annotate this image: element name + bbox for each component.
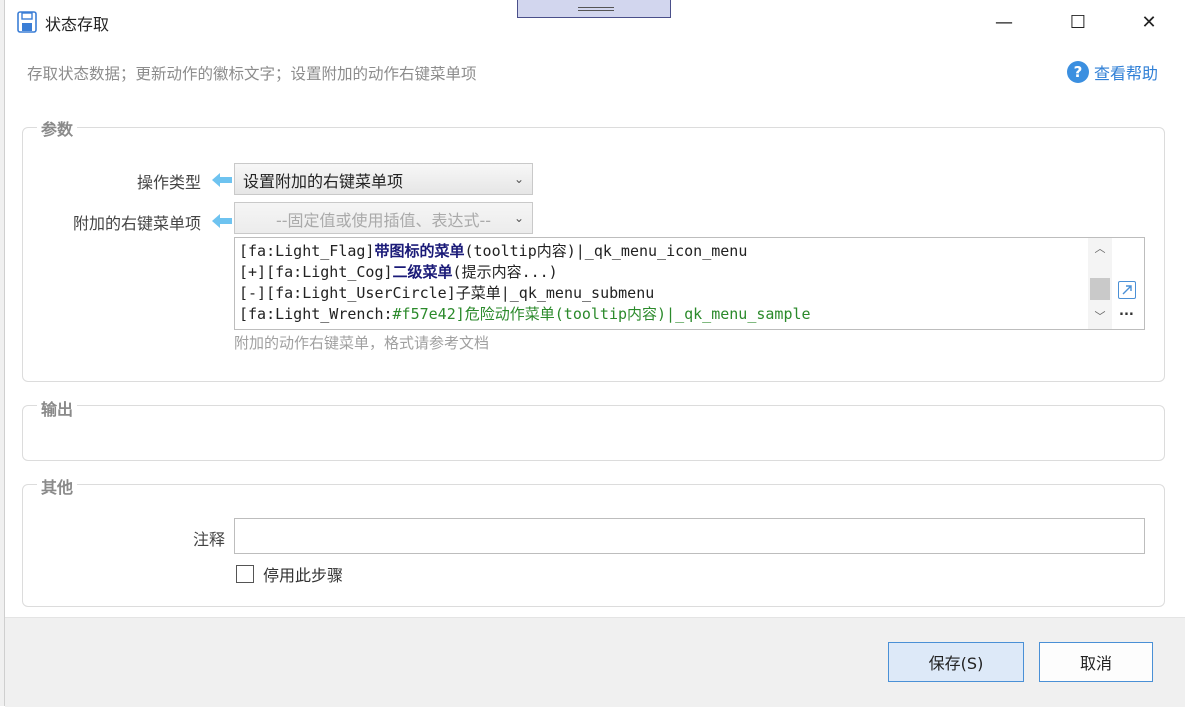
more-options-button[interactable]: ...	[1119, 304, 1134, 319]
title-bar[interactable]: 状态存取 — ☐ ✕	[5, 0, 1185, 46]
disable-step-label[interactable]: 停用此步骤	[263, 562, 343, 586]
editor-content[interactable]: [fa:Light_Flag]带图标的菜单(tooltip内容)|_qk_men…	[239, 241, 811, 325]
menu-items-mode-select[interactable]: --固定值或使用插值、表达式-- ⌄	[234, 202, 533, 234]
drag-handle[interactable]	[517, 0, 671, 18]
scrollbar-thumb[interactable]	[1090, 278, 1110, 300]
cancel-button[interactable]: 取消	[1039, 642, 1153, 682]
output-group	[22, 405, 1165, 461]
dialog-description: 存取状态数据；更新动作的徽标文字；设置附加的动作右键菜单项	[27, 65, 477, 83]
editor-scrollbar[interactable]: ︿ ﹀	[1088, 238, 1112, 329]
scroll-down-icon[interactable]: ﹀	[1088, 308, 1112, 326]
save-button[interactable]: 保存(S)	[888, 642, 1024, 682]
arrow-left-icon	[212, 173, 232, 187]
op-type-value: 设置附加的右键菜单项	[243, 172, 404, 191]
window-title: 状态存取	[45, 15, 110, 34]
disable-step-checkbox[interactable]	[236, 565, 254, 583]
chevron-down-icon: ⌄	[513, 172, 524, 186]
editor-line: [fa:Light_Flag]带图标的菜单(tooltip内容)|_qk_men…	[239, 242, 748, 260]
help-link[interactable]: ? 查看帮助	[1067, 60, 1158, 84]
dialog-footer: 保存(S) 取消	[5, 617, 1185, 707]
op-type-select[interactable]: 设置附加的右键菜单项 ⌄	[234, 163, 533, 195]
editor-line: [+][fa:Light_Cog]二级菜单(提示内容...)	[239, 263, 558, 281]
dialog-window: 状态存取 — ☐ ✕ 存取状态数据；更新动作的徽标文字；设置附加的动作右键菜单项…	[4, 0, 1185, 707]
maximize-button[interactable]: ☐	[1055, 0, 1101, 44]
note-input[interactable]	[234, 518, 1145, 554]
menu-items-editor[interactable]: [fa:Light_Flag]带图标的菜单(tooltip内容)|_qk_men…	[234, 237, 1145, 330]
editor-line: [fa:Light_Wrench:#f57e42]危险动作菜单(tooltip内…	[239, 305, 811, 323]
help-icon: ?	[1067, 61, 1089, 83]
menu-items-hint: 附加的动作右键菜单，格式请参考文档	[234, 334, 490, 352]
editor-side-tools: ...	[1112, 238, 1144, 329]
scroll-up-icon[interactable]: ︿	[1088, 240, 1112, 258]
output-group-title: 输出	[37, 396, 78, 420]
editor-line: [-][fa:Light_UserCircle]子菜单|_qk_menu_sub…	[239, 284, 655, 302]
menu-items-label: 附加的右键菜单项	[72, 214, 201, 233]
save-disk-icon	[17, 11, 37, 33]
note-label: 注释	[192, 530, 225, 549]
close-button[interactable]: ✕	[1126, 0, 1172, 44]
other-group-title: 其他	[37, 474, 78, 498]
menu-items-mode-placeholder: --固定值或使用插值、表达式--	[275, 211, 492, 230]
help-label: 查看帮助	[1094, 64, 1159, 83]
arrow-left-icon	[212, 214, 232, 228]
minimize-button[interactable]: —	[981, 0, 1027, 44]
expand-editor-icon[interactable]	[1118, 281, 1136, 299]
op-type-label: 操作类型	[136, 173, 201, 192]
params-group-title: 参数	[37, 116, 78, 140]
chevron-down-icon: ⌄	[513, 211, 524, 225]
